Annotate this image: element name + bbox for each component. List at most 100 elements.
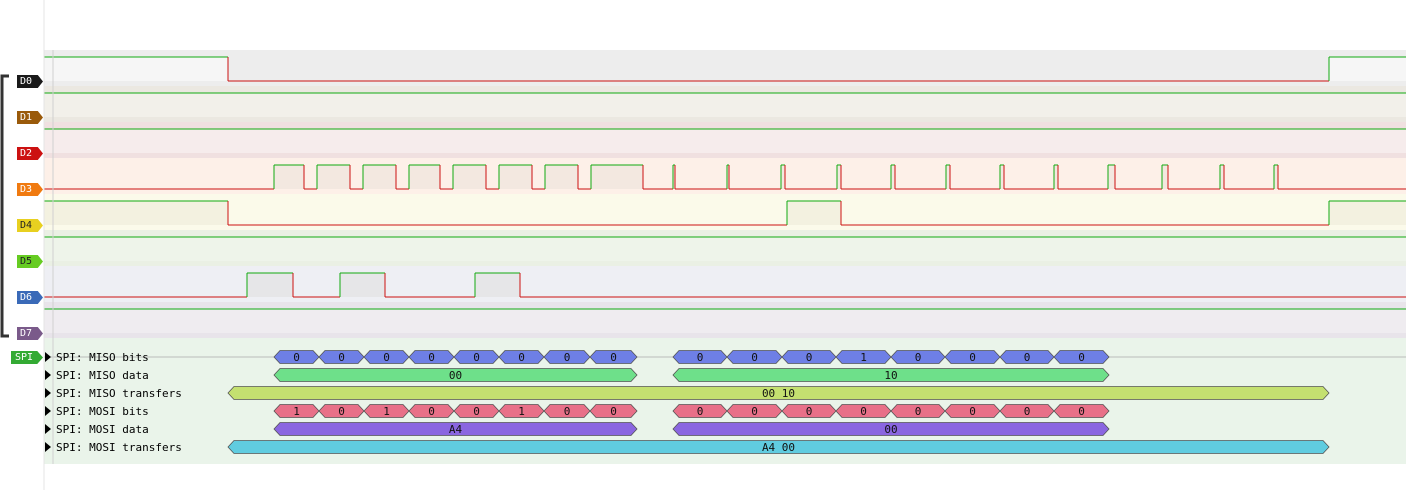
annotation[interactable]: A4 00 xyxy=(227,440,1330,455)
annotation[interactable]: 0 xyxy=(672,350,728,365)
high-pulse-fill xyxy=(1329,57,1406,81)
decoder-row-miso-data[interactable]: SPI: MISO data xyxy=(44,367,149,383)
expand-triangle-icon[interactable] xyxy=(45,424,51,434)
annotation[interactable]: 0 xyxy=(944,404,1001,419)
annotation[interactable]: A4 xyxy=(273,422,638,437)
channel-label-d2[interactable]: D2 xyxy=(17,147,43,160)
annotation[interactable]: 0 xyxy=(273,350,320,365)
expand-triangle-icon[interactable] xyxy=(45,370,51,380)
annotation-text: 0 xyxy=(806,405,813,418)
high-pulse-fill xyxy=(274,165,304,189)
annotation-text: 0 xyxy=(806,351,813,364)
annotation[interactable]: 1 xyxy=(835,350,892,365)
annotation-text: 0 xyxy=(697,351,704,364)
annotation[interactable]: 1 xyxy=(498,404,545,419)
channel-lane-d6[interactable] xyxy=(44,266,1406,302)
annotation[interactable]: 0 xyxy=(781,350,837,365)
decoder-row-miso-transfers[interactable]: SPI: MISO transfers xyxy=(44,385,182,401)
annotation[interactable]: 00 10 xyxy=(227,386,1330,401)
annotation[interactable]: 0 xyxy=(453,404,500,419)
annotation[interactable]: 0 xyxy=(589,404,638,419)
annotation[interactable]: 0 xyxy=(318,350,365,365)
high-pulse-fill xyxy=(44,309,1406,333)
annotation-text: 0 xyxy=(473,351,480,364)
channel-lane-d4[interactable] xyxy=(44,194,1406,230)
expand-triangle-icon[interactable] xyxy=(45,442,51,452)
annotation-text: 0 xyxy=(915,351,922,364)
annotation-text: 00 xyxy=(884,423,897,436)
annotation[interactable]: 0 xyxy=(890,404,946,419)
decoder-row-miso-bits[interactable]: SPI: MISO bits xyxy=(44,349,149,365)
high-pulse-fill xyxy=(44,57,228,81)
annotation-track-4: A4 00 xyxy=(273,422,1110,437)
channel-label-d1[interactable]: D1 xyxy=(17,111,43,124)
channel-label-d0[interactable]: D0 xyxy=(17,75,43,88)
high-pulse-fill xyxy=(499,165,532,189)
high-pulse-fill xyxy=(363,165,396,189)
annotation[interactable]: 0 xyxy=(890,350,946,365)
channel-lane-d1[interactable] xyxy=(44,86,1406,122)
channel-label-d6[interactable]: D6 xyxy=(17,291,43,304)
annotation[interactable]: 0 xyxy=(999,404,1055,419)
annotation[interactable]: 10 xyxy=(672,368,1110,383)
channel-label-d7[interactable]: D7 xyxy=(17,327,43,340)
annotation[interactable]: 0 xyxy=(543,350,591,365)
annotation[interactable]: 0 xyxy=(1053,350,1110,365)
annotation[interactable]: 1 xyxy=(273,404,320,419)
channel-label-d5[interactable]: D5 xyxy=(17,255,43,268)
annotation-text: 0 xyxy=(860,405,867,418)
high-pulse-fill xyxy=(1000,165,1004,189)
annotation[interactable]: 00 xyxy=(672,422,1110,437)
high-pulse-fill xyxy=(317,165,350,189)
expand-triangle-icon[interactable] xyxy=(45,388,51,398)
expand-triangle-icon[interactable] xyxy=(45,406,51,416)
annotation[interactable]: 0 xyxy=(589,350,638,365)
annotation-text: 00 10 xyxy=(762,387,795,400)
channel-label-d4[interactable]: D4 xyxy=(17,219,43,232)
decoder-row-mosi-transfers[interactable]: SPI: MOSI transfers xyxy=(44,439,182,455)
waveform-canvas[interactable]: 0 0 0 0 0 0 0 0 0 0 0 1 0 0 0 000 1000 101 0 1 0 0 1 0 0 0 0 0 0 0 0 0… xyxy=(0,0,1406,490)
annotation[interactable]: 0 xyxy=(498,350,545,365)
annotation[interactable]: 1 xyxy=(363,404,410,419)
channel-lane-d2[interactable] xyxy=(44,122,1406,158)
annotation-text: A4 xyxy=(449,423,463,436)
annotation[interactable]: 0 xyxy=(543,404,591,419)
decoder-row-mosi-data[interactable]: SPI: MOSI data xyxy=(44,421,149,437)
channel-lane-d5[interactable] xyxy=(44,230,1406,266)
channel-label-d3[interactable]: D3 xyxy=(17,183,43,196)
high-pulse-fill xyxy=(340,273,385,297)
annotation[interactable]: 0 xyxy=(835,404,892,419)
expand-triangle-icon[interactable] xyxy=(45,352,51,362)
high-pulse-fill xyxy=(44,93,1406,117)
annotation[interactable]: 0 xyxy=(318,404,365,419)
annotation-text: 00 xyxy=(449,369,462,382)
annotation-text: 0 xyxy=(610,351,617,364)
channel-lane-d7[interactable] xyxy=(44,302,1406,338)
annotation-track-5: A4 00 xyxy=(227,440,1330,455)
channel-lane-d3[interactable] xyxy=(44,158,1406,194)
annotation[interactable]: 0 xyxy=(408,350,455,365)
annotation[interactable]: 0 xyxy=(781,404,837,419)
annotation[interactable]: 0 xyxy=(672,404,728,419)
decoder-row-label: SPI: MISO bits xyxy=(56,350,149,364)
annotation[interactable]: 0 xyxy=(999,350,1055,365)
annotation[interactable]: 0 xyxy=(726,350,783,365)
high-pulse-fill xyxy=(891,165,895,189)
annotation-text: 1 xyxy=(860,351,867,364)
channel-lane-d0[interactable] xyxy=(44,50,1406,86)
annotation-text: 0 xyxy=(338,351,345,364)
annotation[interactable]: 0 xyxy=(726,404,783,419)
annotation[interactable]: 00 xyxy=(273,368,638,383)
high-pulse-fill xyxy=(837,165,841,189)
annotation[interactable]: 0 xyxy=(363,350,410,365)
decoder-row-mosi-bits[interactable]: SPI: MOSI bits xyxy=(44,403,149,419)
high-pulse-fill xyxy=(591,165,643,189)
annotation-track-2: 00 10 xyxy=(227,386,1330,401)
annotation[interactable]: 0 xyxy=(408,404,455,419)
annotation[interactable]: 0 xyxy=(944,350,1001,365)
high-pulse-fill xyxy=(787,201,841,225)
decoder-row-label: SPI: MOSI bits xyxy=(56,404,149,418)
decoder-label-spi[interactable]: SPI xyxy=(11,351,43,364)
annotation[interactable]: 0 xyxy=(1053,404,1110,419)
annotation[interactable]: 0 xyxy=(453,350,500,365)
